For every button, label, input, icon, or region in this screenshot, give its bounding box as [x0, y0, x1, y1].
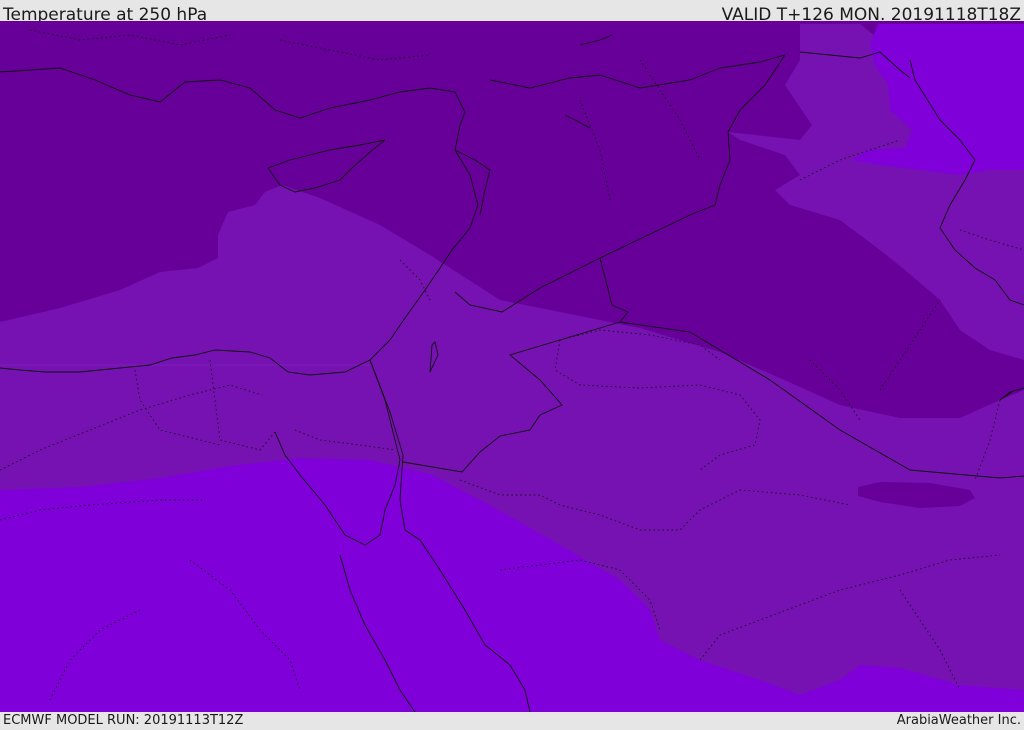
map-title: Temperature at 250 hPa	[3, 5, 208, 21]
map-footer: ECMWF MODEL RUN: 20191113T12Z ArabiaWeat…	[0, 712, 1024, 729]
map-header: Temperature at 250 hPa VALID T+126 MON. …	[0, 0, 1024, 21]
valid-time: VALID T+126 MON. 20191118T18Z	[721, 5, 1021, 21]
credit: ArabiaWeather Inc.	[896, 713, 1021, 728]
model-run: ECMWF MODEL RUN: 20191113T12Z	[3, 713, 244, 728]
temperature-map	[0, 21, 1024, 712]
